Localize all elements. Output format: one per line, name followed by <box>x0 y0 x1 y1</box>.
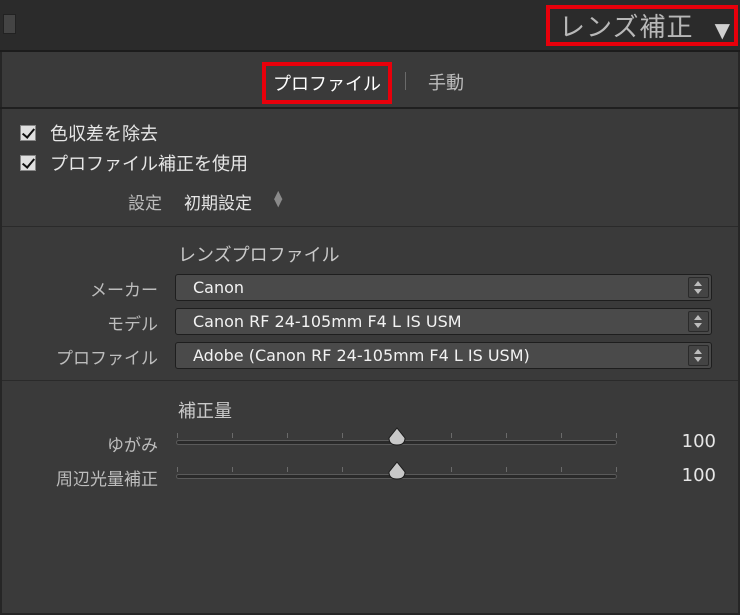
slider-tick <box>231 433 233 438</box>
model-value: Canon RF 24-105mm F4 L IS USM <box>193 312 462 331</box>
tab-profile[interactable]: プロファイル <box>273 70 381 96</box>
model-select[interactable]: Canon RF 24-105mm F4 L IS USM <box>175 308 712 335</box>
setup-stepper-icon[interactable]: ▲ ▼ <box>274 189 282 208</box>
panel-title-highlight[interactable]: レンズ補正 ▼ <box>546 5 738 46</box>
enable-profile-corrections-row[interactable]: プロファイル補正を使用 <box>20 150 248 176</box>
slider-tick <box>506 433 508 438</box>
slider-tick <box>561 433 563 438</box>
model-stepper-icon[interactable] <box>688 311 709 332</box>
make-select[interactable]: Canon <box>175 274 712 301</box>
slider-tick <box>341 433 343 438</box>
slider-thumb-icon <box>387 461 406 480</box>
distortion-value[interactable]: 100 <box>682 431 716 452</box>
slider-thumb-icon <box>387 427 406 446</box>
slider-tick <box>231 467 233 472</box>
slider-tick <box>177 467 178 472</box>
tab-manual[interactable]: 手動 <box>428 69 464 95</box>
vignetting-slider[interactable] <box>176 461 617 480</box>
slider-tick <box>177 433 178 438</box>
divider-1 <box>2 226 738 227</box>
amount-heading: 補正量 <box>178 401 232 422</box>
lens-profile-heading: レンズプロファイル <box>178 245 340 266</box>
distortion-label: ゆがみ <box>107 436 158 456</box>
make-stepper-icon[interactable] <box>688 277 709 298</box>
remove-chromatic-aberration-checkbox[interactable] <box>20 125 36 141</box>
enable-profile-corrections-checkbox[interactable] <box>20 155 36 171</box>
make-label: メーカー <box>90 281 158 301</box>
slider-tick <box>451 467 453 472</box>
profile-stepper-icon[interactable] <box>688 345 709 366</box>
enable-profile-corrections-label: プロファイル補正を使用 <box>50 154 248 175</box>
profile-label: プロファイル <box>56 349 158 369</box>
slider-tick <box>341 467 343 472</box>
setup-label: 設定 <box>128 194 162 214</box>
tab-separator <box>405 72 406 90</box>
panel-solo-toggle[interactable] <box>3 14 16 34</box>
profile-select[interactable]: Adobe (Canon RF 24-105mm F4 L IS USM) <box>175 342 712 369</box>
divider-2 <box>2 380 738 381</box>
slider-tick <box>286 467 288 472</box>
make-value: Canon <box>193 278 245 297</box>
vignetting-label: 周辺光量補正 <box>56 470 158 490</box>
profile-value: Adobe (Canon RF 24-105mm F4 L IS USM) <box>193 346 530 365</box>
model-label: モデル <box>107 315 158 335</box>
panel-header[interactable]: レンズ補正 ▼ <box>0 0 740 52</box>
tab-profile-highlight[interactable]: プロファイル <box>262 62 392 104</box>
slider-tick <box>561 467 563 472</box>
slider-tick <box>616 467 617 472</box>
slider-tick <box>506 467 508 472</box>
collapse-triangle-icon[interactable]: ▼ <box>715 18 730 42</box>
remove-chromatic-aberration-row[interactable]: 色収差を除去 <box>20 120 158 146</box>
panel-title: レンズ補正 <box>559 13 694 43</box>
slider-tick <box>451 433 453 438</box>
setup-dropdown[interactable]: 初期設定 <box>184 189 252 214</box>
remove-chromatic-aberration-label: 色収差を除去 <box>50 124 158 145</box>
slider-tick <box>616 433 617 438</box>
vignetting-value[interactable]: 100 <box>682 465 716 486</box>
distortion-slider[interactable] <box>176 427 617 446</box>
slider-tick <box>286 433 288 438</box>
